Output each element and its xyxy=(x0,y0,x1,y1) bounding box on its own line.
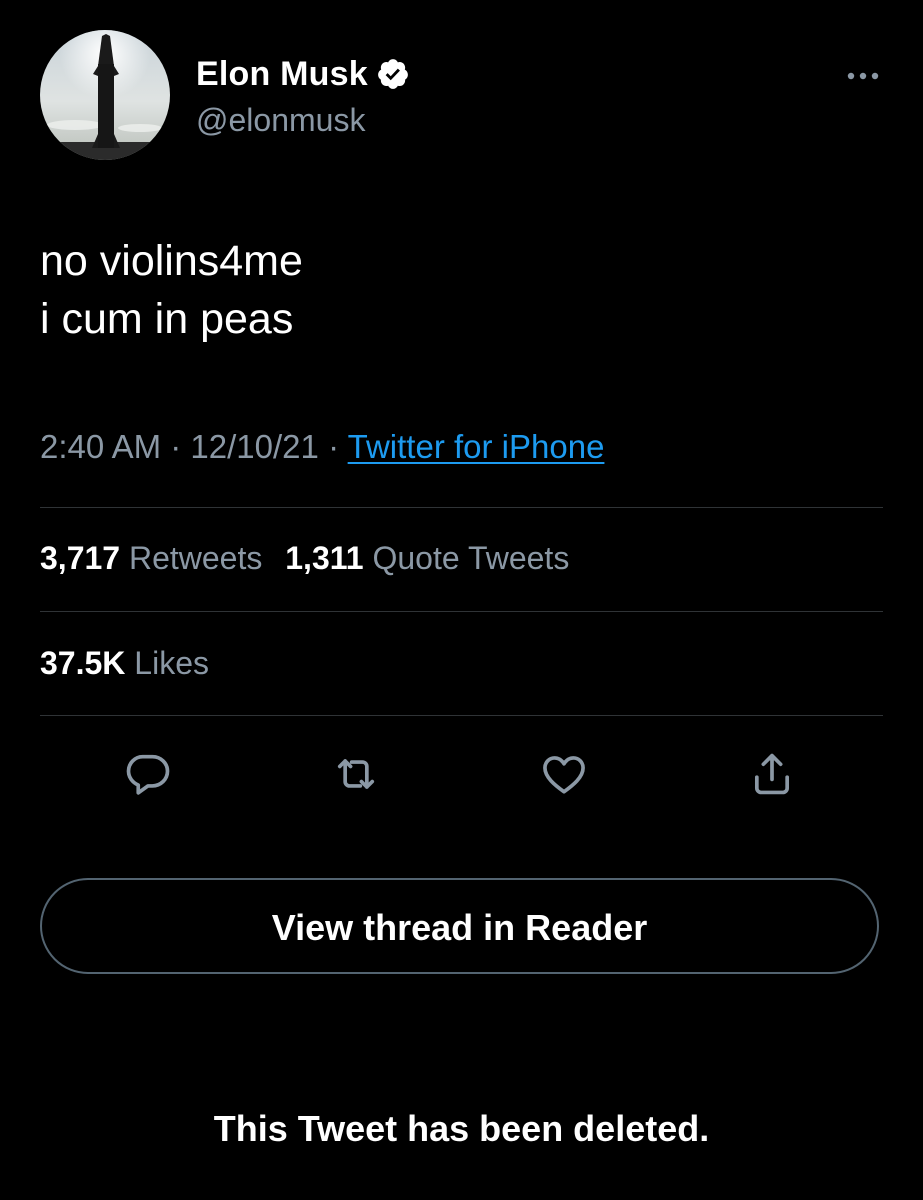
tweet-text-line: i cum in peas xyxy=(40,295,294,343)
like-heart-icon[interactable] xyxy=(538,748,590,800)
name-row: Elon Musk xyxy=(196,54,410,94)
tweet-actions-bar xyxy=(40,748,883,800)
retweet-stats: 3,717 Retweets 1,311 Quote Tweets xyxy=(40,540,569,577)
quotes-label: Quote Tweets xyxy=(372,540,570,576)
retweets-stat[interactable]: 3,717 Retweets xyxy=(40,540,262,576)
tweet-text: no violins4me i cum in peas xyxy=(40,232,303,348)
tweet-text-line: no violins4me xyxy=(40,237,303,285)
retweets-label: Retweets xyxy=(128,540,263,576)
tweet-source-link[interactable]: Twitter for iPhone xyxy=(348,428,605,465)
tweet-deleted-notice: This Tweet has been deleted. xyxy=(213,1108,710,1149)
avatar[interactable] xyxy=(40,30,170,160)
tweet-time: 2:40 AM xyxy=(40,428,162,465)
more-options-icon[interactable] xyxy=(843,66,883,86)
retweets-count: 3,717 xyxy=(40,540,121,576)
likes-label: Likes xyxy=(134,645,209,681)
view-thread-in-reader-button[interactable]: View thread in Reader xyxy=(40,878,879,974)
meta-separator: · xyxy=(328,428,340,465)
user-info: Elon Musk @elonmusk xyxy=(196,54,410,139)
tweet-metadata: 2:40 AM · 12/10/21 · Twitter for iPhone xyxy=(40,428,604,466)
divider xyxy=(40,507,883,508)
user-handle[interactable]: @elonmusk xyxy=(196,102,410,139)
reply-icon[interactable] xyxy=(122,748,174,800)
retweet-icon[interactable] xyxy=(330,748,382,800)
display-name[interactable]: Elon Musk xyxy=(196,55,368,94)
meta-separator: · xyxy=(170,428,182,465)
tweet-header: Elon Musk @elonmusk xyxy=(40,30,883,170)
quotes-count: 1,311 xyxy=(285,540,364,576)
share-icon[interactable] xyxy=(746,748,798,800)
likes-count: 37.5K xyxy=(40,645,126,681)
divider xyxy=(40,715,883,716)
likes-stats: 37.5K Likes xyxy=(40,645,209,682)
likes-stat[interactable]: 37.5K Likes xyxy=(40,645,209,681)
starship-rocket-avatar-image xyxy=(40,30,170,160)
tweet-date: 12/10/21 xyxy=(190,428,319,465)
quote-tweets-stat[interactable]: 1,311 Quote Tweets xyxy=(285,540,569,576)
divider xyxy=(40,611,883,612)
verified-badge-icon xyxy=(376,57,410,91)
